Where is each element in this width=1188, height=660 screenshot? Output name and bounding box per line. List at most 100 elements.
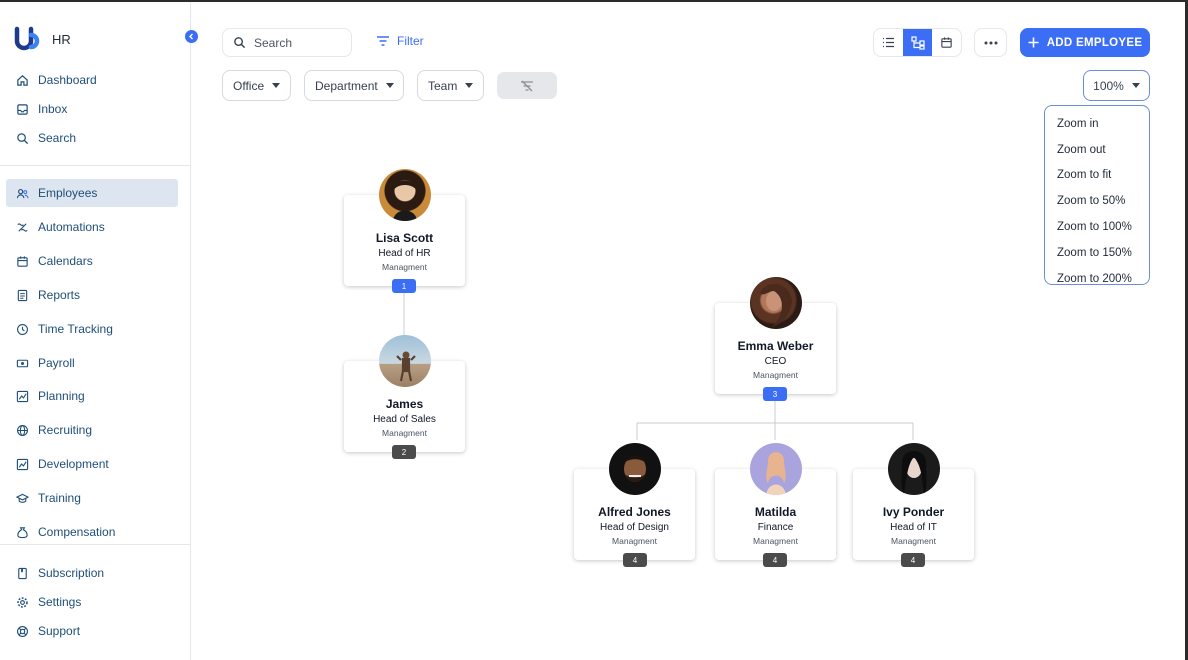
caret-down-icon [272,83,281,88]
employee-department: Managment [612,536,657,546]
sidebar-item-calendars[interactable]: Calendars [6,247,178,275]
zoom-in-option[interactable]: Zoom in [1045,111,1149,137]
sidebar-item-label: Training [38,491,81,505]
app-logo-icon [14,26,40,51]
avatar [750,443,802,495]
home-icon [17,74,28,86]
avatar [379,169,431,221]
employee-role: CEO [764,356,787,367]
calendar-icon [17,255,28,267]
add-employee-button[interactable]: ADD EMPLOYEE [1020,28,1150,57]
sidebar-item-label: Recruiting [38,423,93,437]
reports-count-badge[interactable]: 4 [763,553,787,567]
zoom-150-option[interactable]: Zoom to 150% [1045,240,1149,266]
sidebar-divider [0,544,191,545]
sidebar-item-time-tracking[interactable]: Time Tracking [6,315,178,343]
clear-filters-button[interactable] [497,72,557,99]
view-switcher [873,28,962,57]
sidebar-item-label: Calendars [38,254,93,268]
sidebar-item-settings[interactable]: Settings [6,588,178,616]
avatar [379,335,431,387]
zoom-menu: Zoom in Zoom out Zoom to fit Zoom to 50%… [1044,105,1150,285]
sidebar-item-dashboard[interactable]: Dashboard [6,66,178,94]
report-icon [17,289,28,301]
zoom-dropdown[interactable]: 100% [1083,70,1150,101]
more-horizontal-icon [984,41,997,44]
avatar [750,277,802,329]
sidebar-item-label: Dashboard [38,73,97,87]
sidebar-item-reports[interactable]: Reports [6,281,178,309]
search-box[interactable] [222,28,352,57]
sidebar-item-label: Compensation [38,525,116,539]
sidebar-item-development[interactable]: Development [6,450,178,478]
office-dropdown[interactable]: Office [222,70,291,101]
org-chart-view-button[interactable] [903,29,932,56]
sidebar-item-compensation[interactable]: Compensation [6,518,178,546]
reports-count-badge[interactable]: 2 [392,445,416,459]
list-view-button[interactable] [874,29,903,56]
portrait-image [393,180,417,221]
automation-icon [17,222,28,232]
caret-down-icon [465,83,474,88]
sidebar-item-search[interactable]: Search [6,124,178,152]
sidebar-item-label: Payroll [38,356,75,370]
reports-count-badge[interactable]: 4 [623,553,647,567]
app-name: HR [52,31,71,47]
bookmark-icon [18,567,27,579]
employee-name: Matilda [754,505,797,519]
reports-count-badge[interactable]: 3 [763,387,787,401]
list-icon [883,37,894,48]
sidebar-item-label: Reports [38,288,81,302]
sidebar-item-label: Planning [38,389,85,403]
payroll-icon [16,359,29,367]
zoom-100-option[interactable]: Zoom to 100% [1045,214,1149,240]
globe-icon [17,424,28,436]
plus-icon [1028,37,1039,48]
sidebar-item-label: Search [38,131,77,145]
sidebar-item-automations[interactable]: Automations [6,213,178,241]
portrait-image [760,283,792,327]
department-dropdown[interactable]: Department [304,70,404,101]
portrait-image [901,451,927,495]
zoom-out-option[interactable]: Zoom out [1045,137,1149,163]
sidebar-item-planning[interactable]: Planning [6,382,178,410]
employee-role: Head of Sales [373,414,436,425]
zoom-to-fit-option[interactable]: Zoom to fit [1045,163,1149,189]
sidebar-item-inbox[interactable]: Inbox [6,95,178,123]
brand: HR [14,26,71,52]
sidebar: HR Dashboard Inbox Search Employees Auto… [0,2,191,660]
zoom-50-option[interactable]: Zoom to 50% [1045,188,1149,214]
add-employee-label: ADD EMPLOYEE [1046,36,1143,49]
department-dropdown-label: Department [315,78,378,93]
reports-count-badge[interactable]: 1 [392,279,416,293]
lifebuoy-icon [17,625,28,637]
clock-icon [17,323,28,335]
collapse-sidebar-button[interactable] [185,30,198,43]
sidebar-item-recruiting[interactable]: Recruiting [6,416,178,444]
zoom-200-option[interactable]: Zoom to 200% [1045,266,1149,292]
chevron-left-icon [189,33,193,40]
filter-button[interactable]: Filter [376,34,424,48]
team-dropdown[interactable]: Team [417,70,484,101]
portrait-image [766,452,786,495]
employee-department: Managment [382,262,427,272]
calendar-view-button[interactable] [932,29,961,56]
team-dropdown-label: Team [428,78,458,93]
employee-role: Head of IT [890,522,937,533]
employee-name: James [385,397,424,411]
more-options-button[interactable] [974,28,1007,57]
sidebar-item-subscription[interactable]: Subscription [6,559,178,587]
inbox-icon [17,103,28,115]
employee-role: Head of Design [600,522,669,533]
avatar [888,443,940,495]
avatar [609,443,661,495]
sidebar-item-payroll[interactable]: Payroll [6,349,178,377]
sidebar-item-label: Time Tracking [38,322,113,336]
employee-department: Managment [753,536,798,546]
sidebar-item-training[interactable]: Training [6,484,178,512]
sidebar-item-employees[interactable]: Employees [6,179,178,207]
search-input[interactable] [254,35,344,50]
reports-count-badge[interactable]: 4 [901,553,925,567]
employee-name: Ivy Ponder [882,505,945,519]
sidebar-item-support[interactable]: Support [6,617,178,645]
